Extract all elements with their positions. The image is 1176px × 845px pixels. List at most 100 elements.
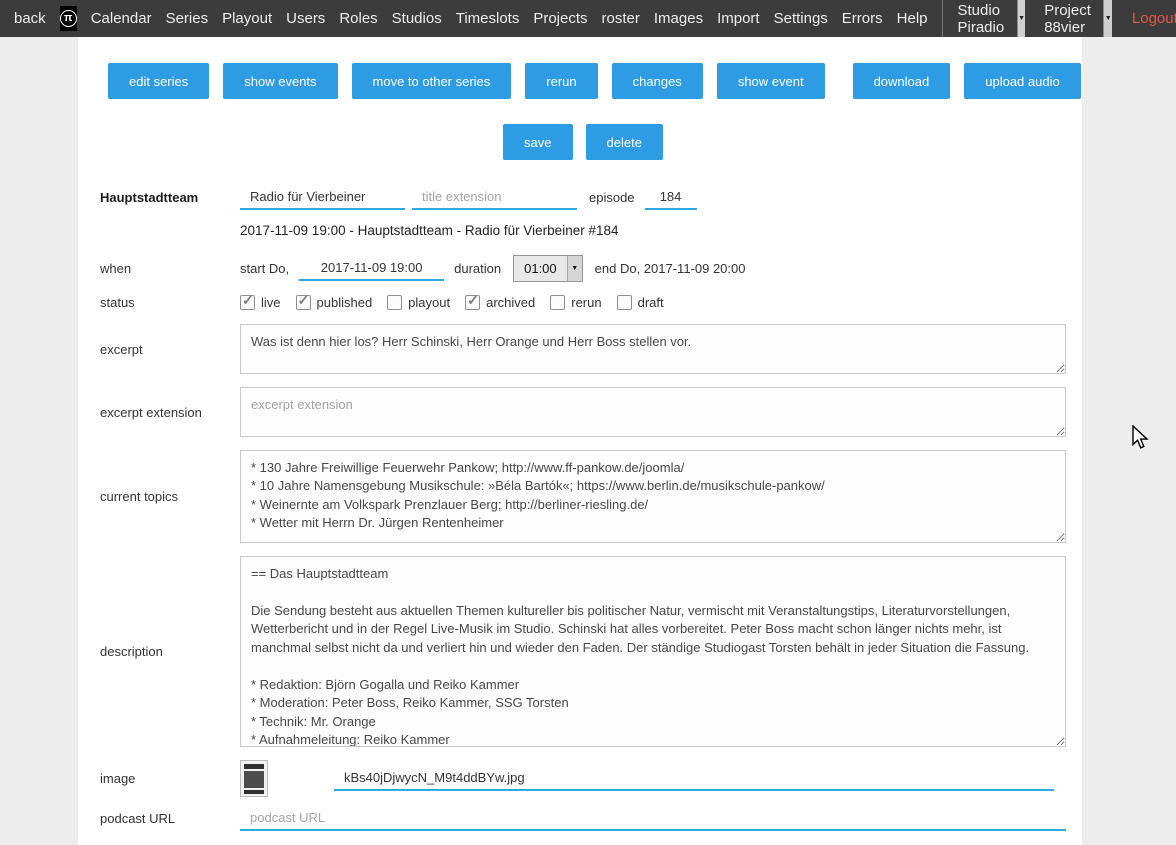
delete-button[interactable]: delete bbox=[586, 124, 663, 160]
toolbar-row-1: edit series show events move to other se… bbox=[100, 63, 1066, 99]
when-row: when start Do, duration 01:00 ▼ end Do, … bbox=[100, 255, 1066, 282]
excerpt-extension-row: excerpt extension bbox=[100, 387, 1066, 437]
title-row: Hauptstadtteam episode bbox=[100, 185, 1066, 210]
nav-back[interactable]: back bbox=[14, 10, 46, 27]
image-filename-input[interactable] bbox=[334, 766, 1054, 791]
nav-studios[interactable]: Studios bbox=[392, 10, 442, 27]
description-row: description == Das Hauptstadtteam Die Se… bbox=[100, 556, 1066, 747]
image-thumbnail[interactable] bbox=[240, 760, 268, 797]
checkbox-rerun[interactable]: ✓ bbox=[550, 295, 565, 310]
navbar-right-section: Studio Piradio ▼ Project 88vier ▼ Logout… bbox=[942, 0, 1176, 37]
excerpt-extension-textarea[interactable] bbox=[240, 387, 1066, 437]
nav-roster[interactable]: roster bbox=[602, 10, 640, 27]
nav-roles[interactable]: Roles bbox=[339, 10, 377, 27]
duration-select[interactable]: 01:00 ▼ bbox=[513, 255, 583, 282]
checkbox-draft[interactable]: ✓ bbox=[617, 295, 632, 310]
status-option-playout: ✓ playout bbox=[387, 295, 450, 310]
description-textarea[interactable]: == Das Hauptstadtteam Die Sendung besteh… bbox=[240, 556, 1066, 747]
nav-projects[interactable]: Projects bbox=[533, 10, 587, 27]
episode-label: episode bbox=[589, 190, 635, 205]
excerpt-label: excerpt bbox=[100, 342, 240, 357]
chevron-down-icon[interactable]: ▼ bbox=[1103, 0, 1111, 37]
show-events-button[interactable]: show events bbox=[223, 63, 337, 99]
checkbox-live[interactable]: ✓ bbox=[240, 295, 255, 310]
show-event-button[interactable]: show event bbox=[717, 63, 825, 99]
title-extension-input[interactable] bbox=[412, 185, 577, 210]
podcast-url-input[interactable] bbox=[240, 806, 1066, 831]
checkbox-published-label: published bbox=[317, 295, 373, 310]
podcast-url-row: podcast URL bbox=[100, 806, 1066, 831]
description-label: description bbox=[100, 644, 240, 659]
toolbar-row-2: save delete bbox=[100, 124, 1066, 160]
project-select[interactable]: Project 88vier ▼ bbox=[1037, 0, 1112, 37]
checkbox-rerun-label: rerun bbox=[571, 295, 601, 310]
checkbox-published[interactable]: ✓ bbox=[296, 295, 311, 310]
nav-playout[interactable]: Playout bbox=[222, 10, 272, 27]
nav-images[interactable]: Images bbox=[654, 10, 703, 27]
nav-timeslots[interactable]: Timeslots bbox=[456, 10, 520, 27]
upload-audio-button[interactable]: upload audio bbox=[964, 63, 1080, 99]
summary-row: 2017-11-09 19:00 - Hauptstadtteam - Radi… bbox=[100, 223, 1066, 238]
current-topics-label: current topics bbox=[100, 489, 240, 504]
image-label: image bbox=[100, 771, 240, 786]
logout-link[interactable]: Logout bbox=[1132, 10, 1176, 27]
nav-calendar[interactable]: Calendar bbox=[91, 10, 152, 27]
checkbox-archived[interactable]: ✓ bbox=[465, 295, 480, 310]
episode-input[interactable] bbox=[645, 185, 697, 210]
top-navbar: back π Calendar Series Playout Users Rol… bbox=[0, 0, 1176, 37]
move-to-other-series-button[interactable]: move to other series bbox=[352, 63, 512, 99]
status-option-rerun: ✓ rerun bbox=[550, 295, 601, 310]
excerpt-row: excerpt Was ist denn hier los? Herr Schi… bbox=[100, 324, 1066, 374]
current-topics-textarea[interactable]: * 130 Jahre Freiwillige Feuerwehr Pankow… bbox=[240, 450, 1066, 543]
checkbox-live-label: live bbox=[261, 295, 281, 310]
start-day-label: start Do, bbox=[240, 261, 289, 276]
duration-select-value: 01:00 bbox=[514, 256, 567, 281]
event-summary-text: 2017-11-09 19:00 - Hauptstadtteam - Radi… bbox=[240, 223, 1066, 238]
project-select-value: Project 88vier bbox=[1037, 0, 1103, 37]
title-input[interactable] bbox=[240, 185, 405, 210]
studio-select-value: Studio Piradio bbox=[951, 0, 1017, 37]
status-label: status bbox=[100, 295, 240, 310]
save-button[interactable]: save bbox=[503, 124, 572, 160]
status-option-archived: ✓ archived bbox=[465, 295, 535, 310]
nav-series[interactable]: Series bbox=[166, 10, 209, 27]
excerpt-extension-label: excerpt extension bbox=[100, 405, 240, 420]
start-datetime-input[interactable] bbox=[299, 256, 444, 281]
duration-label: duration bbox=[454, 261, 501, 276]
image-row: image bbox=[100, 760, 1066, 797]
nav-errors[interactable]: Errors bbox=[842, 10, 883, 27]
chevron-down-icon[interactable]: ▼ bbox=[1017, 0, 1025, 37]
event-editor-card: edit series show events move to other se… bbox=[78, 37, 1082, 845]
audio-button-group: download upload audio bbox=[853, 63, 1081, 99]
end-datetime-text: end Do, 2017-11-09 20:00 bbox=[595, 261, 746, 276]
rerun-button[interactable]: rerun bbox=[525, 63, 597, 99]
check-icon: ✓ bbox=[242, 292, 254, 309]
when-label: when bbox=[100, 261, 240, 276]
status-option-draft: ✓ draft bbox=[617, 295, 664, 310]
checkbox-archived-label: archived bbox=[486, 295, 535, 310]
studio-select[interactable]: Studio Piradio ▼ bbox=[951, 0, 1026, 37]
nav-help[interactable]: Help bbox=[897, 10, 928, 27]
nav-settings[interactable]: Settings bbox=[774, 10, 828, 27]
nav-users[interactable]: Users bbox=[286, 10, 325, 27]
changes-button[interactable]: changes bbox=[612, 63, 703, 99]
checkbox-playout-label: playout bbox=[408, 295, 450, 310]
status-row: status ✓ live ✓ published ✓ playout ✓ ar… bbox=[100, 295, 1066, 310]
series-name-label: Hauptstadtteam bbox=[100, 190, 240, 205]
check-icon: ✓ bbox=[298, 292, 310, 309]
chevron-down-icon[interactable]: ▼ bbox=[567, 256, 582, 281]
pi-glyph: π bbox=[60, 10, 77, 27]
piradio-logo-icon[interactable]: π bbox=[60, 6, 77, 31]
checkbox-playout[interactable]: ✓ bbox=[387, 295, 402, 310]
status-option-published: ✓ published bbox=[296, 295, 373, 310]
nav-import[interactable]: Import bbox=[717, 10, 760, 27]
download-button[interactable]: download bbox=[853, 63, 951, 99]
mouse-cursor-icon bbox=[1131, 425, 1150, 451]
podcast-url-label: podcast URL bbox=[100, 811, 240, 826]
check-icon: ✓ bbox=[467, 292, 479, 309]
excerpt-textarea[interactable]: Was ist denn hier los? Herr Schinski, He… bbox=[240, 324, 1066, 374]
event-form: Hauptstadtteam episode 2017-11-09 19:00 … bbox=[100, 185, 1066, 845]
edit-series-button[interactable]: edit series bbox=[108, 63, 209, 99]
checkbox-draft-label: draft bbox=[638, 295, 664, 310]
current-topics-row: current topics * 130 Jahre Freiwillige F… bbox=[100, 450, 1066, 543]
